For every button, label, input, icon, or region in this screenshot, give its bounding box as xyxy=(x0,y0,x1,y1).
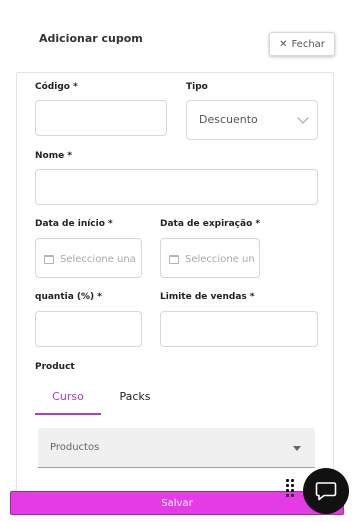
data-inicio-picker[interactable]: Seleccione una fecha xyxy=(35,238,142,278)
tipo-label: Tipo xyxy=(186,82,208,92)
nome-label: Nome * xyxy=(35,151,73,161)
data-inicio-placeholder: Seleccione una fecha xyxy=(60,253,137,265)
calendar-icon xyxy=(44,254,54,264)
close-icon: ✕ xyxy=(279,38,288,50)
data-expiracao-placeholder: Seleccione una fecha xyxy=(185,253,255,265)
chat-icon xyxy=(315,482,337,501)
quantia-input[interactable] xyxy=(35,311,142,347)
product-label: Product xyxy=(35,362,75,372)
modal-title: Adicionar cupom xyxy=(39,32,143,45)
close-button-label: Fechar xyxy=(291,38,325,50)
limite-input[interactable] xyxy=(160,311,318,347)
codigo-label: Código * xyxy=(35,82,78,92)
active-tab-indicator xyxy=(35,413,101,415)
quantia-label: quantia (%) * xyxy=(35,292,103,302)
tipo-select[interactable]: Descuento xyxy=(186,100,318,140)
chevron-down-icon xyxy=(297,112,309,124)
data-expiracao-label: Data de expiração * xyxy=(160,219,261,229)
calendar-icon xyxy=(169,254,179,264)
data-expiracao-picker[interactable]: Seleccione una fecha xyxy=(160,238,260,278)
tab-curso[interactable]: Curso xyxy=(35,390,101,403)
close-button[interactable]: ✕ Fechar xyxy=(269,32,335,56)
nome-input[interactable] xyxy=(35,169,318,205)
chat-button[interactable] xyxy=(303,468,349,514)
tipo-select-value: Descuento xyxy=(199,113,258,126)
data-inicio-label: Data de início * xyxy=(35,219,113,229)
products-select-label: Productos xyxy=(50,442,100,453)
codigo-input[interactable] xyxy=(35,100,167,136)
drag-handle-icon[interactable] xyxy=(286,479,296,505)
tab-packs[interactable]: Packs xyxy=(104,390,166,403)
dropdown-arrow-icon xyxy=(293,446,301,451)
products-select[interactable]: Productos xyxy=(38,428,315,468)
limite-label: Limite de vendas * xyxy=(160,292,255,302)
